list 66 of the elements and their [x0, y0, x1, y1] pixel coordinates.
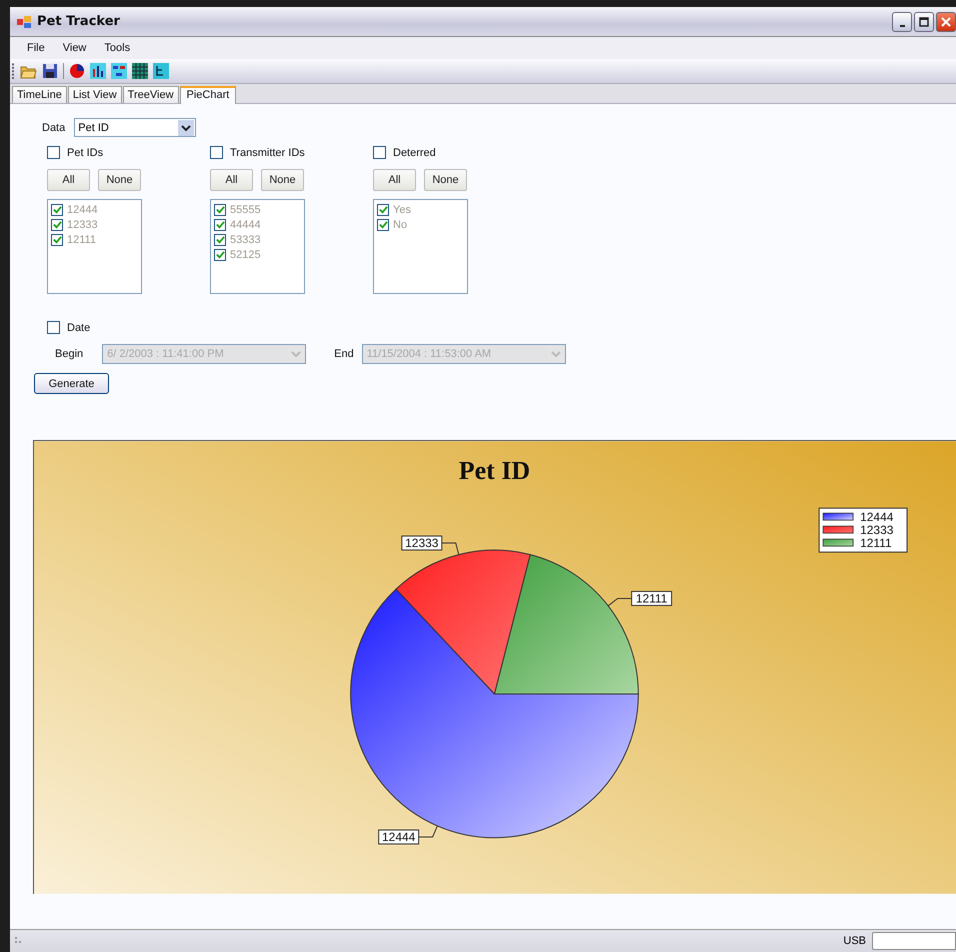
- slice-label: 12444: [378, 830, 420, 844]
- leader-line: [608, 598, 632, 606]
- grid-icon[interactable]: [132, 63, 148, 79]
- tree-icon[interactable]: [153, 63, 169, 79]
- app-icon: [16, 14, 32, 28]
- window-title: Pet Tracker: [37, 14, 120, 29]
- select-button[interactable]: All: [373, 169, 416, 191]
- slice-label: 12444: [382, 830, 416, 844]
- pie-chart-icon[interactable]: [69, 63, 85, 79]
- checkbox-label: Deterred: [393, 146, 436, 158]
- checkbox[interactable]: [214, 218, 226, 230]
- select-button[interactable]: None: [98, 169, 141, 191]
- data-label: Data: [42, 122, 66, 134]
- folder-icon[interactable]: [20, 64, 37, 78]
- minimize-button[interactable]: [892, 12, 912, 32]
- checkbox[interactable]: [214, 204, 226, 216]
- data-dropdown[interactable]: Pet ID: [74, 118, 196, 137]
- generate-button[interactable]: Generate: [34, 373, 109, 394]
- diagram-icon[interactable]: [111, 63, 127, 79]
- checkbox[interactable]: [377, 218, 389, 230]
- checkbox[interactable]: [47, 146, 60, 159]
- close-icon: [941, 16, 951, 26]
- menu-item[interactable]: File: [18, 42, 54, 54]
- checkbox[interactable]: [51, 204, 63, 216]
- checkbox[interactable]: [51, 234, 63, 246]
- legend-label: 12333: [860, 523, 894, 538]
- slice-label: 12111: [636, 591, 668, 606]
- begin-label: Begin: [55, 348, 84, 360]
- end-label: End: [334, 348, 354, 360]
- slice-label: 12333: [405, 536, 439, 550]
- menu-item[interactable]: Tools: [95, 42, 140, 54]
- tab[interactable]: TreeView: [122, 86, 179, 103]
- leader-line: [441, 542, 460, 556]
- select-button[interactable]: All: [47, 169, 90, 191]
- checkbox-label: Transmitter IDs: [230, 146, 305, 158]
- checkbox[interactable]: [214, 248, 226, 260]
- maximize-button[interactable]: [914, 12, 934, 32]
- checkbox-label: Pet IDs: [67, 146, 104, 158]
- bar-chart-icon[interactable]: [90, 63, 106, 79]
- toolbar-grip-icon: [12, 62, 15, 80]
- tab[interactable]: PieChart: [180, 86, 236, 104]
- legend-label: 12444: [860, 510, 894, 524]
- status-label: USB: [843, 935, 866, 947]
- select-button[interactable]: All: [210, 169, 253, 191]
- select-button[interactable]: None: [424, 169, 467, 191]
- select-button[interactable]: None: [261, 169, 304, 191]
- close-button[interactable]: [936, 12, 956, 32]
- slice-label: 12111: [631, 590, 672, 606]
- checkbox[interactable]: [214, 234, 226, 246]
- legend-label: 12111: [860, 536, 892, 550]
- checkbox-label: Date: [67, 322, 90, 334]
- leader-line: [418, 825, 438, 838]
- menu-item[interactable]: View: [54, 42, 96, 54]
- tab[interactable]: List View: [68, 86, 122, 103]
- tab[interactable]: TimeLine: [12, 86, 67, 103]
- chart-title: Pet ID: [458, 456, 530, 486]
- slice-label: 12333: [401, 536, 442, 551]
- checkbox[interactable]: [47, 321, 60, 334]
- save-icon[interactable]: [42, 63, 58, 79]
- resize-grip-icon: [14, 936, 24, 946]
- checkbox[interactable]: [377, 204, 389, 216]
- checkbox[interactable]: [373, 146, 386, 159]
- minimize-icon: [900, 24, 904, 26]
- maximize-icon: [919, 16, 929, 26]
- checkbox[interactable]: [210, 146, 223, 159]
- checkbox[interactable]: [51, 218, 63, 230]
